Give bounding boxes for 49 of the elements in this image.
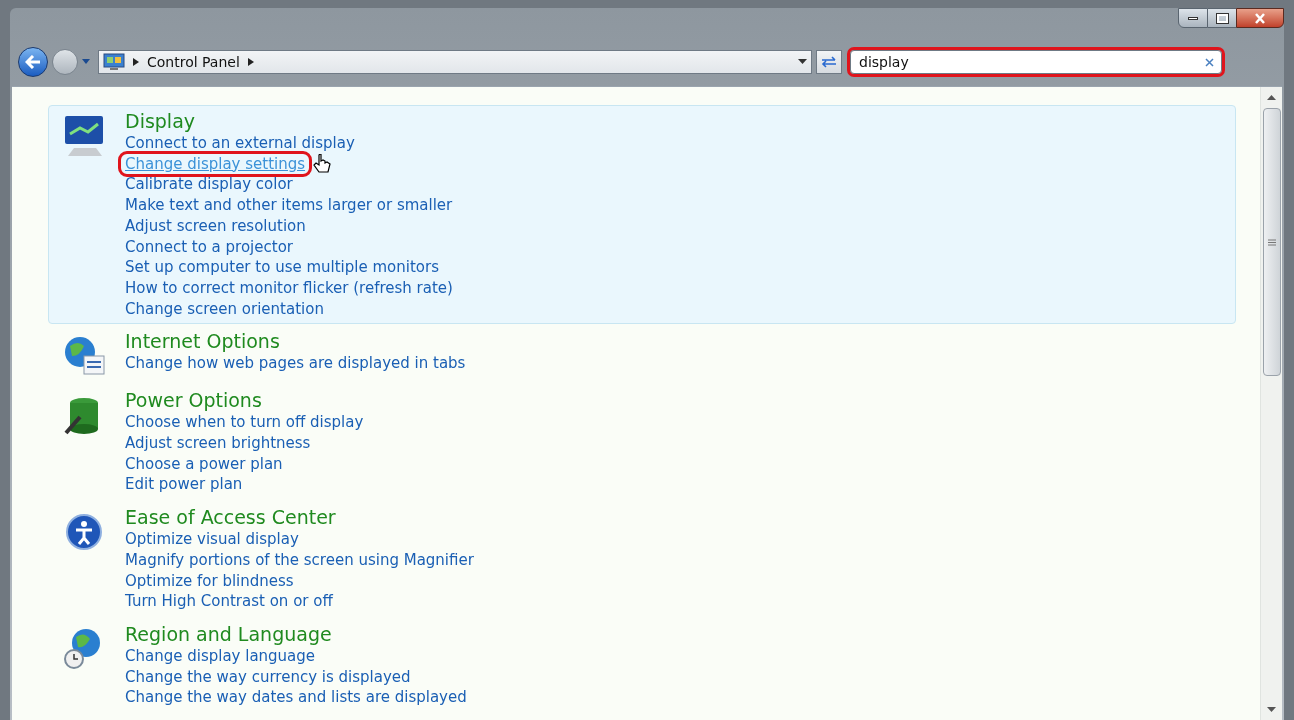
scrollbar-thumb[interactable] bbox=[1262, 108, 1281, 376]
result-link[interactable]: Change the way currency is displayed bbox=[125, 666, 411, 688]
refresh-button[interactable] bbox=[816, 50, 842, 74]
result-link[interactable]: Adjust screen resolution bbox=[125, 215, 306, 237]
result-link[interactable]: Change display settings bbox=[121, 153, 310, 175]
result-link[interactable]: Optimize for blindness bbox=[125, 570, 294, 592]
forward-button[interactable] bbox=[52, 49, 78, 75]
breadcrumb-chevron-icon[interactable] bbox=[247, 58, 254, 66]
result-title[interactable]: Ease of Access Center bbox=[125, 506, 336, 530]
breadcrumb-item[interactable]: Control Panel bbox=[147, 51, 240, 73]
result-link[interactable]: Change the way dates and lists are displayed bbox=[125, 687, 467, 709]
hand-cursor-icon bbox=[313, 154, 332, 175]
back-button[interactable] bbox=[18, 47, 48, 77]
breadcrumb-chevron-icon bbox=[133, 58, 139, 66]
search-field[interactable]: display bbox=[850, 50, 1222, 74]
maximize-button[interactable] bbox=[1208, 8, 1236, 28]
result-title[interactable]: Power Options bbox=[125, 389, 262, 413]
result-link[interactable]: Magnify portions of the screen using Magnifier bbox=[125, 549, 474, 571]
result-link[interactable]: Change display language bbox=[125, 645, 316, 667]
result-link[interactable]: Adjust screen brightness bbox=[125, 433, 311, 454]
result-link[interactable]: Change how web pages are displayed in tabs bbox=[125, 353, 466, 375]
back-arrow-icon bbox=[25, 55, 41, 69]
result-link[interactable]: Calibrate display color bbox=[125, 174, 293, 196]
close-icon bbox=[1254, 12, 1266, 24]
result-link[interactable]: Edit power plan bbox=[125, 474, 243, 496]
result-link[interactable]: Optimize visual display bbox=[125, 529, 299, 550]
control-panel-icon bbox=[103, 53, 125, 71]
result-link[interactable]: Connect to a projector bbox=[125, 236, 293, 258]
result-title[interactable]: Display bbox=[125, 110, 196, 133]
close-button[interactable] bbox=[1236, 8, 1284, 28]
result-title[interactable]: Internet Options bbox=[125, 330, 280, 354]
result-link[interactable]: Turn High Contrast on or off bbox=[125, 591, 333, 612]
result-link[interactable]: Set up computer to use multiple monitors bbox=[125, 257, 439, 278]
result-link[interactable]: Change screen orientation bbox=[125, 298, 324, 320]
result-link[interactable]: Choose when to turn off display bbox=[125, 412, 364, 434]
address-bar[interactable]: Control Panel bbox=[98, 50, 812, 74]
scroll-up-icon[interactable] bbox=[1267, 95, 1276, 100]
result-link[interactable]: Connect to an external display bbox=[125, 133, 355, 154]
result-link[interactable]: Make text and other items larger or smaller bbox=[125, 195, 453, 216]
result-title[interactable]: Region and Language bbox=[125, 622, 332, 646]
dropdown-arrow-icon[interactable] bbox=[798, 59, 807, 65]
scrollbar[interactable] bbox=[1260, 87, 1282, 720]
refresh-arrows-icon bbox=[821, 56, 837, 68]
result-link[interactable]: How to correct monitor flicker (refresh rate) bbox=[125, 277, 453, 299]
scroll-down-icon[interactable] bbox=[1267, 707, 1276, 712]
clear-search-icon[interactable] bbox=[1205, 58, 1214, 67]
grip-icon bbox=[1267, 238, 1276, 246]
result-link[interactable]: Choose a power plan bbox=[125, 453, 283, 475]
minimize-button[interactable] bbox=[1178, 8, 1208, 28]
